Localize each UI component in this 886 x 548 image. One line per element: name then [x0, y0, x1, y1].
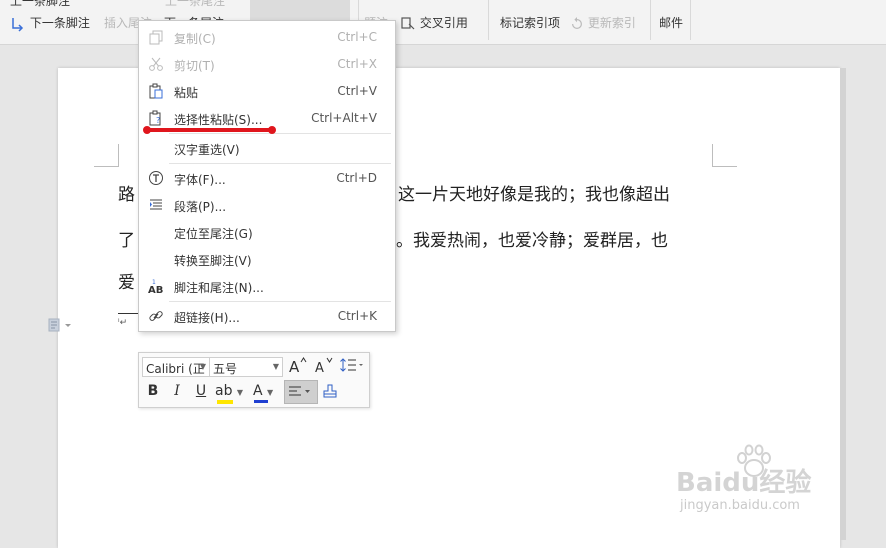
grow-font-button[interactable]: A — [287, 356, 309, 378]
font-icon — [149, 171, 163, 185]
bold-button[interactable]: B — [143, 383, 163, 399]
menu-item-hyperlink[interactable]: 超链接(H)... Ctrl+K — [139, 303, 395, 330]
context-menu: 复制(C) Ctrl+C 剪切(T) Ctrl+X 粘贴 Ctrl+V ? 选择性粘贴… — [138, 20, 396, 332]
chevron-down-icon: ▼ — [236, 388, 244, 397]
paragraph-mark-icon: ⁱ↵ — [118, 318, 128, 328]
body-line-3-start[interactable]: 爱 — [118, 268, 135, 293]
crop-mark-left — [94, 144, 119, 167]
mail-button[interactable]: 邮件 — [659, 14, 683, 31]
menu-item-cut[interactable]: 剪切(T) Ctrl+X — [139, 51, 395, 78]
cross-reference-button[interactable]: 交叉引用 — [400, 14, 468, 32]
prev-footnote-button[interactable]: 上一条脚注 — [10, 0, 70, 9]
ribbon-divider — [650, 0, 651, 40]
align-button[interactable] — [284, 380, 318, 404]
shrink-font-icon: A — [315, 357, 333, 376]
scissors-icon — [149, 57, 163, 71]
align-left-icon — [289, 386, 310, 396]
menu-item-goto-endnote[interactable]: 定位至尾注(G) — [139, 219, 395, 246]
svg-text:A: A — [289, 358, 300, 374]
format-painter-button[interactable] — [321, 383, 341, 401]
annotation-dot-right — [268, 126, 276, 134]
svg-text:A: A — [315, 361, 324, 374]
underline-button[interactable]: U — [191, 383, 211, 399]
update-index-button[interactable]: 更新索引 — [570, 14, 636, 31]
hyperlink-icon — [149, 311, 163, 321]
body-line-1-start[interactable]: 路 — [118, 180, 135, 205]
annotation-dot-left — [143, 126, 151, 134]
font-name-combo[interactable]: Calibri (正 ▼ — [142, 357, 210, 377]
paragraph-icon — [150, 199, 162, 210]
italic-button[interactable]: I — [167, 383, 187, 399]
menu-item-reselect-chinese[interactable]: 汉字重选(V) — [139, 135, 395, 162]
ribbon-divider — [690, 0, 691, 40]
page-shadow — [840, 68, 846, 540]
annotation-underline — [146, 128, 274, 132]
paste-icon — [149, 83, 163, 99]
watermark-logo: Baidu经验 — [676, 468, 812, 498]
watermark-url: jingyan.baidu.com — [680, 498, 800, 513]
line-spacing-button[interactable] — [339, 356, 365, 378]
menu-separator — [169, 163, 391, 164]
body-line-2-start[interactable]: 了 — [118, 226, 135, 251]
cross-reference-icon — [401, 16, 415, 29]
highlight-color-swatch — [217, 400, 233, 404]
footnote-separator — [118, 313, 138, 314]
font-size-combo[interactable]: 五号 ▼ — [209, 357, 283, 377]
chevron-down-icon: ▼ — [199, 362, 206, 371]
svg-text:?: ? — [156, 116, 160, 125]
font-color-swatch — [254, 400, 268, 403]
shrink-font-button[interactable]: A — [313, 356, 335, 378]
svg-text:AB: AB — [148, 285, 163, 294]
menu-item-font[interactable]: 字体(F)... Ctrl+D — [139, 165, 395, 192]
ribbon-divider — [488, 0, 489, 40]
grow-font-icon: A — [289, 357, 307, 376]
prev-endnote-button[interactable]: 上一条尾注 — [165, 0, 225, 9]
menu-item-copy[interactable]: 复制(C) Ctrl+C — [139, 24, 395, 51]
chevron-down-icon: ▼ — [272, 362, 279, 371]
mark-index-button[interactable]: 标记索引项 — [500, 14, 560, 31]
font-color-button[interactable]: A ▼ — [253, 383, 283, 403]
menu-separator — [169, 301, 391, 302]
menu-item-footnote-endnote[interactable]: AB 1 脚注和尾注(N)... — [139, 273, 395, 300]
document-options-icon[interactable] — [48, 318, 74, 335]
menu-separator — [169, 133, 391, 134]
next-footnote-icon — [12, 17, 24, 32]
footnote-icon: AB1 — [148, 279, 163, 294]
highlight-button[interactable]: ab ▼ — [215, 383, 249, 404]
svg-text:1: 1 — [152, 279, 156, 286]
refresh-icon — [572, 16, 582, 29]
format-painter-icon — [323, 384, 337, 398]
ribbon: 上一条脚注 上一条尾注 下一条脚注 插入尾注 下一条尾注 题注 交叉引用 标记索… — [0, 0, 886, 45]
body-line-1-end[interactable]: 这一片天地好像是我的；我也像超出 — [398, 180, 670, 205]
next-footnote-button[interactable]: 下一条脚注 — [10, 14, 90, 32]
line-spacing-icon — [340, 358, 363, 372]
menu-item-paste[interactable]: 粘贴 Ctrl+V — [139, 78, 395, 105]
crop-mark-right — [712, 144, 737, 167]
mini-toolbar: Calibri (正 ▼ 五号 ▼ A A B I U ab ▼ A ▼ — [138, 352, 370, 408]
copy-icon — [149, 30, 163, 45]
menu-item-paragraph[interactable]: 段落(P)... — [139, 192, 395, 219]
body-line-2-end[interactable]: 。我爱热闹，也爱冷静；爱群居，也 — [396, 226, 668, 251]
menu-item-convert-to-footnote[interactable]: 转换至脚注(V) — [139, 246, 395, 273]
paste-special-icon: ? — [149, 110, 161, 126]
chevron-down-icon: ▼ — [267, 388, 274, 397]
